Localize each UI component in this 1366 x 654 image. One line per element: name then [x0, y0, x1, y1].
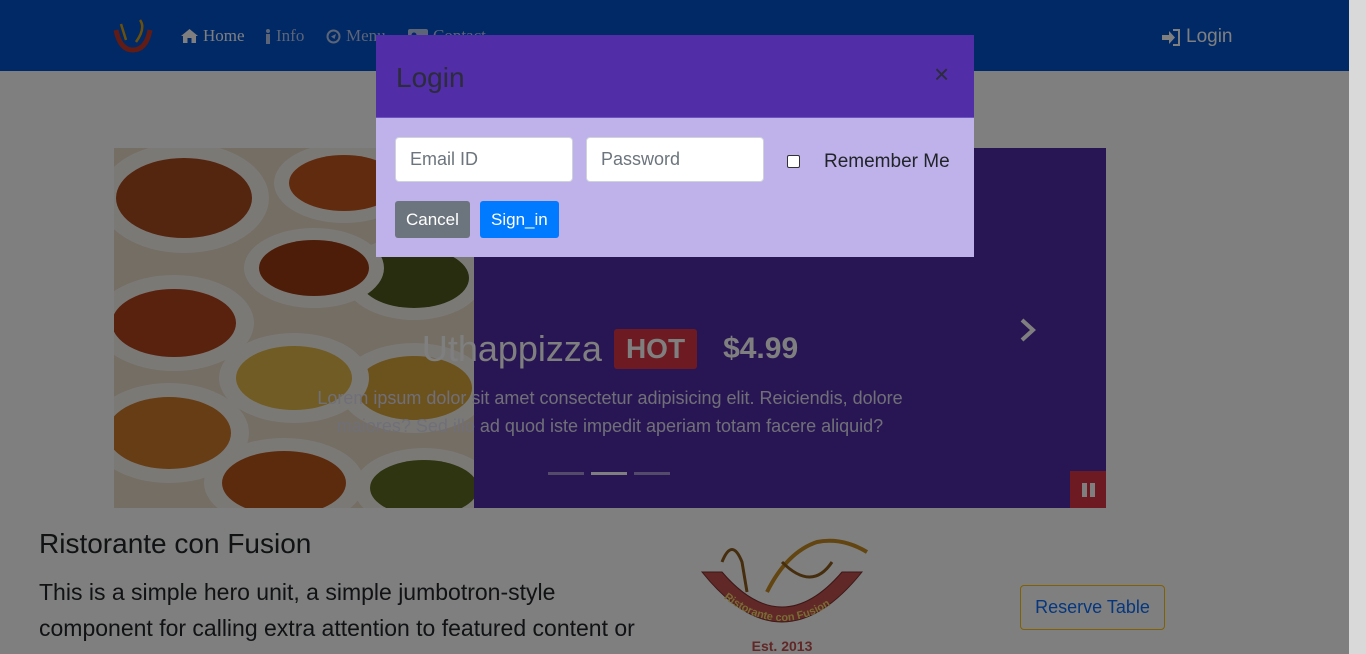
remember-me-label[interactable]: Remember Me	[824, 151, 950, 173]
modal-title: Login	[396, 62, 465, 93]
cancel-button[interactable]: Cancel	[395, 201, 470, 238]
scrollbar[interactable]	[1349, 0, 1366, 654]
login-modal: Login × Remember Me Cancel Sign_in	[376, 35, 974, 257]
password-field[interactable]	[586, 137, 764, 182]
sign-in-button[interactable]: Sign_in	[480, 201, 559, 238]
close-button[interactable]: ×	[934, 61, 949, 87]
modal-header: Login ×	[376, 35, 974, 118]
email-field[interactable]	[395, 137, 573, 182]
remember-checkbox[interactable]	[787, 155, 800, 168]
